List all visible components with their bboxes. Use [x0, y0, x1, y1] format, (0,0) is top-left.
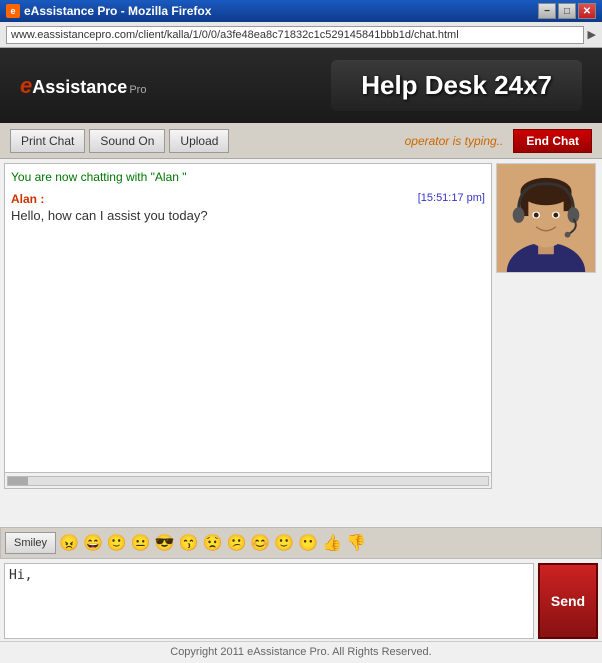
agent-photo: [496, 163, 596, 273]
url-input[interactable]: [6, 26, 584, 44]
sound-on-button[interactable]: Sound On: [89, 129, 165, 153]
toolbar: Print Chat Sound On Upload operator is t…: [0, 123, 602, 159]
header-banner: eAssistancePro Help Desk 24x7: [0, 48, 602, 123]
emoji-confused[interactable]: 😕: [225, 532, 247, 554]
emoji-happy[interactable]: 😄: [82, 532, 104, 554]
typing-status: operator is typing..: [233, 134, 503, 148]
emoji-neutral[interactable]: 😐: [130, 532, 152, 554]
input-area: Hi, Send: [0, 561, 602, 641]
emoji-grin[interactable]: 😊: [249, 532, 271, 554]
send-button[interactable]: Send: [538, 563, 598, 639]
maximize-button[interactable]: □: [558, 3, 576, 19]
emoji-angry[interactable]: 😠: [58, 532, 80, 554]
emoji-bar: Smiley 😠 😄 🙂 😐 😎 😙 😟 😕 😊 🙂 😶 👍 👎: [0, 527, 602, 559]
app-icon: e: [6, 4, 20, 18]
chat-text: Hello, how can I assist you today?: [11, 208, 485, 223]
logo-e-letter: e: [20, 73, 32, 98]
logo-main-text: Assistance: [32, 77, 127, 97]
logo-area: eAssistancePro: [20, 73, 146, 99]
end-chat-button[interactable]: End Chat: [513, 129, 592, 153]
footer: Copyright 2011 eAssistance Pro. All Righ…: [0, 641, 602, 663]
upload-button[interactable]: Upload: [169, 129, 229, 153]
window-controls: − □ ✕: [538, 3, 596, 19]
horizontal-scrollbar[interactable]: [4, 473, 492, 489]
emoji-cool[interactable]: 😎: [154, 532, 176, 554]
emoji-slight-smile[interactable]: 🙂: [273, 532, 295, 554]
close-button[interactable]: ✕: [578, 3, 596, 19]
emoji-kiss[interactable]: 😙: [178, 532, 200, 554]
address-bar: ▶: [0, 22, 602, 48]
chat-messages[interactable]: You are now chatting with "Alan " Alan :…: [4, 163, 492, 473]
chat-message-row: Alan : [15:51:17 pm] Hello, how can I as…: [11, 192, 485, 223]
helpdesk-banner: Help Desk 24x7: [331, 60, 582, 111]
operator-image: [497, 164, 595, 272]
system-message: You are now chatting with "Alan ": [11, 170, 485, 184]
chat-msg-header: Alan : [15:51:17 pm]: [11, 192, 485, 206]
message-input[interactable]: Hi,: [4, 563, 534, 639]
emoji-expressionless[interactable]: 😶: [297, 532, 319, 554]
go-icon[interactable]: ▶: [588, 28, 596, 41]
emoji-sad[interactable]: 😟: [202, 532, 224, 554]
scroll-track[interactable]: [7, 476, 489, 486]
title-bar: e eAssistance Pro - Mozilla Firefox − □ …: [0, 0, 602, 22]
emoji-smile[interactable]: 🙂: [106, 532, 128, 554]
print-chat-button[interactable]: Print Chat: [10, 129, 85, 153]
window-content: eAssistancePro Help Desk 24x7 Print Chat…: [0, 48, 602, 663]
chat-time: [15:51:17 pm]: [418, 192, 485, 206]
scroll-thumb[interactable]: [8, 477, 28, 485]
logo-pro-text: Pro: [129, 84, 146, 96]
minimize-button[interactable]: −: [538, 3, 556, 19]
emoji-thumbs-down[interactable]: 👎: [345, 532, 367, 554]
smiley-button[interactable]: Smiley: [5, 532, 56, 554]
helpdesk-text: Help Desk 24x7: [361, 70, 552, 100]
emoji-thumbs-up[interactable]: 👍: [321, 532, 343, 554]
footer-text: Copyright 2011 eAssistance Pro. All Righ…: [170, 646, 431, 658]
window-title: eAssistance Pro - Mozilla Firefox: [24, 4, 538, 18]
chat-panel: You are now chatting with "Alan " Alan :…: [0, 159, 492, 525]
chat-sender: Alan :: [11, 192, 44, 206]
chat-main: You are now chatting with "Alan " Alan :…: [0, 159, 602, 525]
agent-photo-area: [492, 159, 602, 525]
